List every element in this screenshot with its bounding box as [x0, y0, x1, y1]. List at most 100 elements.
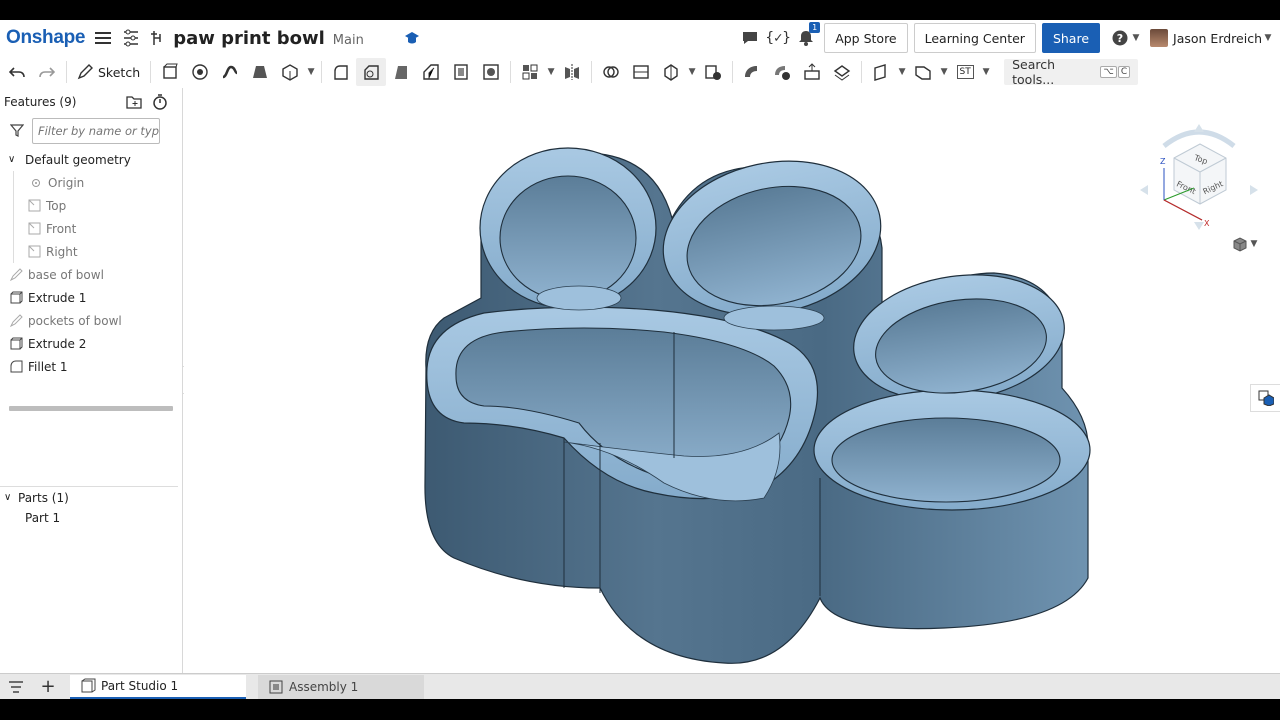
- transform-chevron-down-icon[interactable]: ▼: [686, 67, 698, 77]
- thicken-icon[interactable]: [275, 58, 305, 86]
- user-chevron-down-icon[interactable]: ▼: [1262, 33, 1274, 43]
- onshape-logo[interactable]: Onshape: [6, 27, 86, 49]
- mirror-icon[interactable]: [557, 58, 587, 86]
- tab-part-studio-1[interactable]: Part Studio 1: [70, 674, 246, 699]
- delete-part-icon[interactable]: [698, 58, 728, 86]
- rotate-arc-icon[interactable]: [1162, 129, 1236, 148]
- avatar[interactable]: [1150, 29, 1169, 47]
- chevron-down-icon[interactable]: ∨: [8, 154, 22, 165]
- feature-item-top[interactable]: Top: [0, 194, 182, 217]
- feature-item-front[interactable]: Front: [0, 217, 182, 240]
- add-tab-icon[interactable]: +: [38, 676, 58, 697]
- onshape-app: Onshape paw print bowl Main {✓} 1 App St…: [0, 20, 1280, 699]
- loft-icon[interactable]: [245, 58, 275, 86]
- toolbar-divider: [321, 61, 323, 83]
- view-options-button[interactable]: ▼: [1232, 236, 1260, 252]
- sketch-icon: [9, 268, 23, 282]
- chevron-down-icon[interactable]: ∨: [4, 492, 16, 503]
- fillet-icon[interactable]: [326, 58, 356, 86]
- replace-face-icon[interactable]: [827, 58, 857, 86]
- feature-item-base-of-bowl[interactable]: base of bowl: [0, 263, 182, 286]
- learning-cap-icon[interactable]: [402, 28, 422, 48]
- sheet-metal-chevron-down-icon[interactable]: ▼: [938, 67, 950, 77]
- toolbar-divider: [861, 61, 863, 83]
- featurescript-icon[interactable]: {✓}: [766, 28, 791, 48]
- right-panel-toggle[interactable]: [1250, 384, 1280, 412]
- rib-icon[interactable]: [416, 58, 446, 86]
- tab-label: Assembly 1: [289, 679, 359, 694]
- hole-icon[interactable]: [476, 58, 506, 86]
- draft-icon[interactable]: [386, 58, 416, 86]
- redo-icon[interactable]: [32, 58, 62, 86]
- sketch-button[interactable]: Sketch: [71, 58, 146, 86]
- variables-icon[interactable]: [147, 28, 167, 48]
- sketch-icon: [9, 314, 23, 328]
- shortcut-key: ⌥: [1100, 66, 1117, 78]
- tab-manager-icon[interactable]: [6, 677, 26, 697]
- chamfer-icon[interactable]: [356, 58, 387, 86]
- features-title: Features (9): [4, 95, 77, 109]
- plane-chevron-down-icon[interactable]: ▼: [896, 67, 908, 77]
- learning-center-button[interactable]: Learning Center: [913, 23, 1036, 53]
- axis-x-label: X: [1204, 219, 1210, 228]
- help-chevron-down-icon[interactable]: ▼: [1130, 33, 1142, 43]
- tab-assembly-1[interactable]: Assembly 1: [258, 674, 424, 699]
- modify-fillet-icon[interactable]: [737, 58, 767, 86]
- st-label: ST: [956, 65, 974, 79]
- configurations-icon[interactable]: [121, 28, 141, 48]
- split-icon[interactable]: [626, 58, 656, 86]
- document-title[interactable]: paw print bowl: [173, 28, 325, 49]
- feature-item-pockets-of-bowl[interactable]: pockets of bowl: [0, 309, 182, 332]
- search-tools-input[interactable]: Search tools... ⌥ C: [1004, 57, 1139, 87]
- default-geometry-group[interactable]: ∨ Default geometry: [0, 148, 182, 171]
- rollback-bar[interactable]: [9, 406, 173, 411]
- part-studio-icon: [81, 678, 96, 692]
- extrude-icon[interactable]: [155, 58, 185, 86]
- custom-chevron-down-icon[interactable]: ▼: [980, 67, 992, 77]
- sweep-icon[interactable]: [215, 58, 245, 86]
- part-item[interactable]: Part 1: [25, 506, 60, 529]
- feature-item-origin[interactable]: Origin: [0, 171, 182, 194]
- feature-label: Origin: [48, 175, 85, 190]
- feature-item-fillet-1[interactable]: Fillet 1: [0, 355, 182, 378]
- plane-icon[interactable]: [866, 58, 896, 86]
- feature-filter-input[interactable]: [32, 118, 160, 144]
- st-icon[interactable]: ST: [950, 58, 980, 86]
- pattern-chevron-down-icon[interactable]: ▼: [545, 67, 557, 77]
- view-chevron-down-icon[interactable]: ▼: [1248, 239, 1260, 249]
- add-folder-icon[interactable]: [124, 92, 144, 112]
- view-cube[interactable]: Top Front Right Z X: [1134, 110, 1264, 230]
- share-button[interactable]: Share: [1041, 23, 1101, 53]
- comment-icon[interactable]: [740, 28, 760, 48]
- origin-icon: [29, 176, 43, 190]
- graphics-viewport[interactable]: Top Front Right Z X ▼: [184, 88, 1280, 673]
- sheet-metal-icon[interactable]: [908, 58, 938, 86]
- transform-icon[interactable]: [656, 58, 686, 86]
- feature-item-right[interactable]: Right: [0, 240, 182, 263]
- sketch-label: Sketch: [98, 64, 141, 80]
- undo-icon[interactable]: [2, 58, 32, 86]
- feature-item-extrude-1[interactable]: Extrude 1: [0, 286, 182, 309]
- svg-text:?: ?: [1117, 32, 1123, 45]
- app-store-button[interactable]: App Store: [824, 23, 908, 53]
- move-face-icon[interactable]: [797, 58, 827, 86]
- user-name[interactable]: Jason Erdreich: [1173, 31, 1262, 46]
- help-icon[interactable]: ?: [1110, 28, 1130, 48]
- menu-icon[interactable]: [93, 28, 113, 48]
- branch-label[interactable]: Main: [333, 33, 364, 48]
- boolean-icon[interactable]: [596, 58, 626, 86]
- filter-icon[interactable]: [9, 123, 25, 140]
- tab-bar: + Part Studio 1 Assembly 1: [0, 673, 1280, 699]
- shortcut-key: C: [1117, 66, 1131, 78]
- default-geometry-label: Default geometry: [25, 152, 131, 167]
- paw-bowl-model[interactable]: [184, 88, 1280, 673]
- rollback-timer-icon[interactable]: [150, 92, 170, 112]
- revolve-icon[interactable]: [185, 58, 215, 86]
- solids-chevron-down-icon[interactable]: ▼: [305, 67, 317, 77]
- tab-label: Part Studio 1: [101, 678, 179, 693]
- delete-face-icon[interactable]: [767, 58, 797, 86]
- pattern-icon[interactable]: [515, 58, 545, 86]
- notifications-icon[interactable]: 1: [796, 22, 821, 48]
- shell-icon[interactable]: [446, 58, 476, 86]
- feature-item-extrude-2[interactable]: Extrude 2: [0, 332, 182, 355]
